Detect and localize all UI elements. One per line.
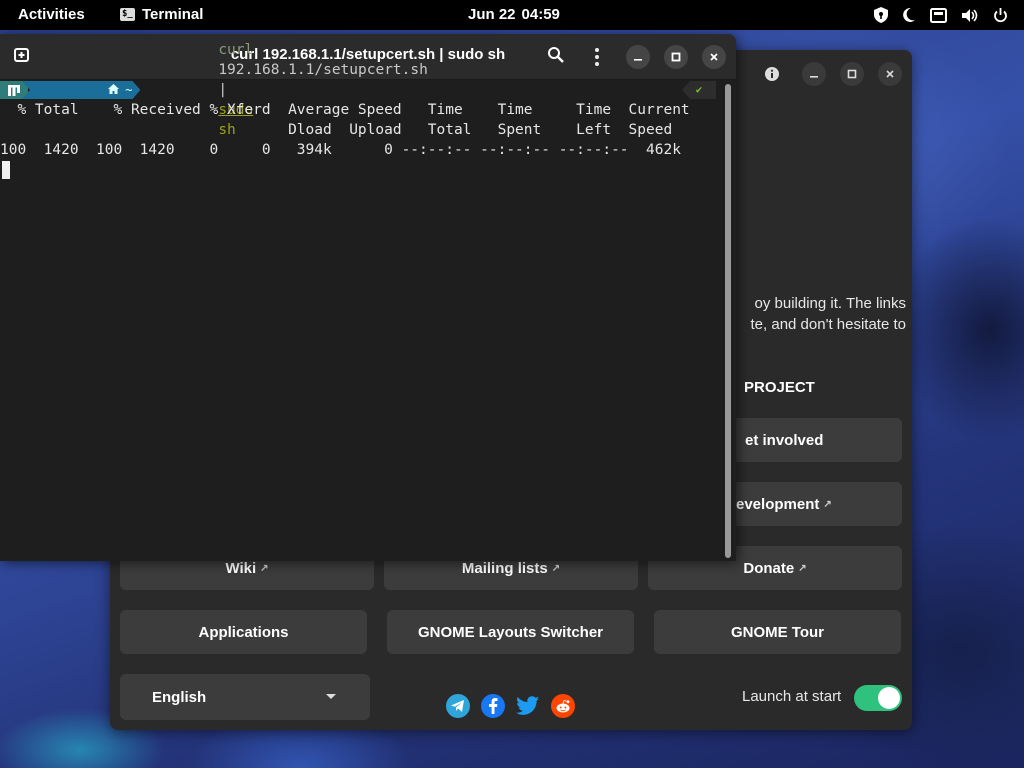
launch-at-start-toggle[interactable]	[854, 685, 902, 711]
external-link-icon: ↗	[551, 562, 561, 574]
activities-button[interactable]: Activities	[18, 6, 85, 23]
system-tray[interactable]	[874, 7, 1008, 23]
get-involved-label: et involved	[745, 431, 824, 449]
donate-label: Donate	[743, 559, 795, 577]
top-bar: Activities $_ Terminal Jun 22 04:59	[0, 0, 1024, 30]
gnome-tour-label: GNOME Tour	[730, 623, 825, 641]
os-logo-icon	[0, 81, 28, 99]
close-button[interactable]	[878, 62, 902, 86]
output-line: 100 1420 100 1420 0 0 394k 0 --:--:-- --…	[0, 142, 681, 158]
telegram-icon[interactable]	[446, 694, 470, 718]
language-dropdown[interactable]: English	[120, 674, 370, 720]
power-icon[interactable]	[993, 7, 1008, 23]
mailing-lists-label: Mailing lists	[461, 559, 548, 577]
applications-label: Applications	[198, 623, 289, 641]
development-label: evelopment	[736, 495, 820, 513]
prompt-directory: ~	[22, 81, 140, 99]
clock-date: Jun 22	[468, 6, 516, 23]
command-pipe: |	[218, 82, 228, 98]
reddit-icon[interactable]	[551, 694, 575, 718]
command-name: curl	[218, 42, 254, 58]
minimize-button[interactable]	[626, 45, 650, 69]
project-heading: PROJECT	[744, 379, 815, 396]
output-line: Dload Upload Total Spent Left Speed	[0, 122, 673, 138]
chevron-down-icon	[326, 694, 336, 699]
close-button[interactable]	[702, 45, 726, 69]
search-icon[interactable]	[547, 46, 565, 68]
maximize-button[interactable]	[664, 45, 688, 69]
terminal-scrollbar[interactable]	[725, 84, 731, 558]
launch-at-start-label: Launch at start	[742, 688, 842, 705]
language-selected: English	[152, 688, 207, 706]
external-link-icon: ↗	[823, 498, 832, 510]
screen-keyboard-icon[interactable]	[930, 7, 947, 23]
twitter-icon[interactable]	[516, 694, 540, 718]
gnome-tour-button[interactable]: GNOME Tour	[654, 610, 901, 654]
social-links	[446, 694, 575, 718]
output-line: % Total % Received % Xferd Average Speed…	[0, 102, 690, 118]
maximize-button[interactable]	[840, 62, 864, 86]
external-link-icon: ↗	[260, 562, 269, 574]
privacy-shield-icon[interactable]	[874, 7, 888, 23]
clock[interactable]: Jun 22 04:59	[468, 6, 560, 23]
night-light-icon[interactable]	[902, 7, 916, 23]
volume-icon[interactable]	[961, 8, 979, 23]
menu-icon[interactable]	[590, 46, 604, 68]
prompt-dir-label: ~	[125, 83, 133, 97]
layouts-switcher-label: GNOME Layouts Switcher	[417, 623, 604, 641]
app-menu-label: Terminal	[142, 6, 204, 23]
prompt-line: ~ curl 192.168.1.1/setupcert.sh | sudo s…	[0, 42, 722, 138]
facebook-icon[interactable]	[481, 694, 505, 718]
external-link-icon: ↗	[798, 562, 807, 574]
applications-button[interactable]: Applications	[120, 610, 367, 654]
minimize-button[interactable]	[802, 62, 826, 86]
layouts-switcher-button[interactable]: GNOME Layouts Switcher	[387, 610, 634, 654]
clock-time: 04:59	[521, 6, 560, 23]
terminal-output[interactable]: ~ curl 192.168.1.1/setupcert.sh | sudo s…	[0, 42, 722, 561]
terminal-window[interactable]: curl 192.168.1.1/setupcert.sh | sudo sh	[0, 34, 736, 561]
status-ok-icon: ✔	[682, 81, 716, 99]
welcome-description-line: oy building it. The links	[754, 295, 906, 312]
command-arg: 192.168.1.1/setupcert.sh	[218, 62, 428, 78]
welcome-description: oy building it. The links te, and don't …	[736, 293, 906, 335]
app-menu[interactable]: $_ Terminal	[120, 6, 203, 23]
about-icon[interactable]	[760, 62, 784, 86]
terminal-icon: $_	[120, 8, 135, 21]
text-cursor	[2, 161, 10, 179]
wiki-label: Wiki	[225, 559, 257, 577]
welcome-description-line: te, and don't hesitate to	[750, 316, 906, 333]
toggle-knob	[878, 687, 900, 709]
